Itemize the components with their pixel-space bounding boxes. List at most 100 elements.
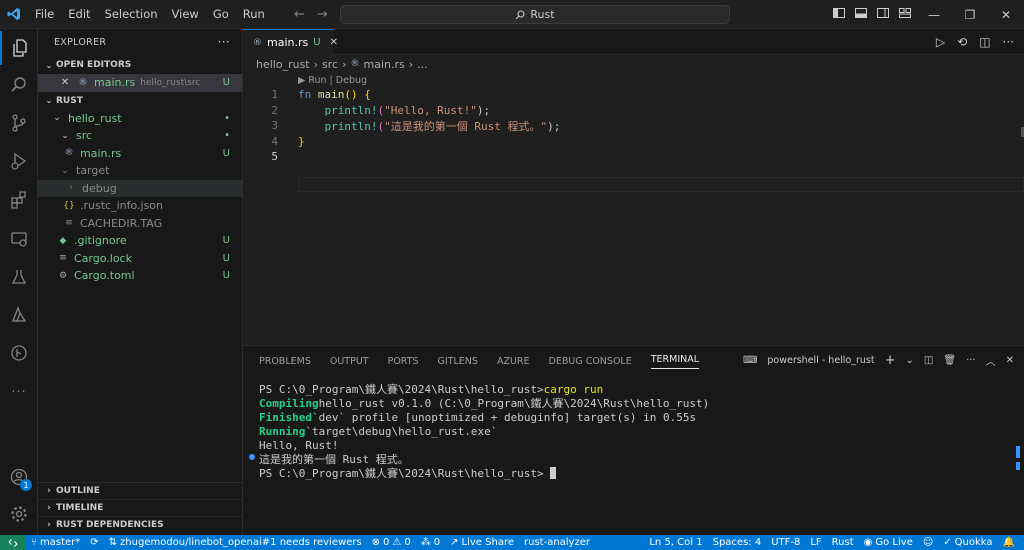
testing-icon[interactable] xyxy=(0,260,38,294)
command-center[interactable]: Rust xyxy=(340,5,730,24)
encoding[interactable]: UTF-8 xyxy=(766,537,805,548)
language-mode[interactable]: Rust xyxy=(827,537,859,548)
breadcrumb-item[interactable]: main.rs xyxy=(364,58,405,71)
chevron-down-icon[interactable]: ⌄ xyxy=(906,355,914,366)
run-icon[interactable]: ▷ xyxy=(936,35,945,49)
tab-output[interactable]: OUTPUT xyxy=(330,356,369,367)
branch-indicator[interactable]: ⑂ master* xyxy=(26,537,85,548)
notifications-bell-icon[interactable]: 🔔 xyxy=(998,537,1020,548)
tree-item-cachedir[interactable]: ≡ CACHEDIR.TAG xyxy=(38,215,242,233)
gitlens-icon[interactable] xyxy=(0,336,38,370)
tree-item-hello-rust[interactable]: ⌄ hello_rust • xyxy=(38,110,242,128)
more-actions-icon[interactable]: ··· xyxy=(1003,35,1014,49)
problems-indicator[interactable]: ⊗ 0 ⚠ 0 xyxy=(367,537,416,548)
indentation[interactable]: Spaces: 4 xyxy=(708,537,767,548)
maximize-panel-icon[interactable]: ︿ xyxy=(986,353,996,368)
terminal-scrollbar[interactable] xyxy=(1016,446,1020,458)
tree-item-debug[interactable]: › debug xyxy=(38,179,242,197)
customize-layout-icon[interactable] xyxy=(898,6,912,20)
back-arrow-icon[interactable]: ← xyxy=(294,7,305,22)
forward-arrow-icon[interactable]: → xyxy=(317,7,328,22)
close-tab-icon[interactable]: ✕ xyxy=(330,37,338,48)
menu-view[interactable]: View xyxy=(165,0,206,29)
tree-item-main-rs[interactable]: ® main.rs U xyxy=(38,145,242,163)
warning-icon: ⚠ xyxy=(392,537,402,548)
tab-main-rs[interactable]: ® main.rs U ✕ xyxy=(243,29,338,55)
restore-icon[interactable]: ❐ xyxy=(952,0,988,29)
tab-ports[interactable]: PORTS xyxy=(388,356,419,367)
breadcrumb-item[interactable]: src xyxy=(322,58,338,71)
run-debug-icon[interactable] xyxy=(0,144,38,178)
code-editor[interactable]: 1 fn main() { 2 println!("Hello, Rust!")… xyxy=(243,87,1024,165)
remote-icon[interactable] xyxy=(0,535,26,550)
rust-analyzer-status[interactable]: rust-analyzer xyxy=(519,537,595,548)
compare-icon[interactable]: ⟲ xyxy=(957,35,967,49)
breadcrumb-item[interactable]: ... xyxy=(417,58,428,71)
close-icon[interactable]: ✕ xyxy=(58,76,72,90)
workspace-header[interactable]: ⌄ RUST xyxy=(38,92,242,110)
command-decoration-icon[interactable] xyxy=(249,454,255,460)
minimize-icon[interactable]: — xyxy=(916,0,952,29)
terminal-selector[interactable]: powershell - hello_rust xyxy=(767,355,874,366)
toggle-secondary-sidebar-icon[interactable] xyxy=(876,6,890,20)
tab-terminal[interactable]: TERMINAL xyxy=(650,354,700,369)
split-terminal-icon[interactable]: ◫ xyxy=(924,355,933,366)
end-of-line[interactable]: LF xyxy=(805,537,826,548)
tab-debug-console[interactable]: DEBUG CONSOLE xyxy=(549,356,632,367)
outline-section[interactable]: › OUTLINE xyxy=(38,482,243,499)
check-icon: ✓ xyxy=(943,537,952,548)
tree-item-cargo-toml[interactable]: ⚙ Cargo.toml U xyxy=(38,267,242,285)
toggle-primary-sidebar-icon[interactable] xyxy=(832,6,846,20)
open-editor-item[interactable]: ✕ ® main.rs hello_rust\src U xyxy=(38,74,242,92)
split-editor-icon[interactable]: ◫ xyxy=(979,35,990,49)
chevron-down-icon: ⌄ xyxy=(53,113,61,124)
timeline-section[interactable]: › TIMELINE xyxy=(38,499,243,516)
quokka-button[interactable]: ✓ Quokka xyxy=(938,537,997,548)
settings-gear-icon[interactable] xyxy=(0,497,38,531)
extensions-icon[interactable] xyxy=(0,183,38,217)
tab-problems[interactable]: PROBLEMS xyxy=(259,356,311,367)
more-actions-icon[interactable]: ··· xyxy=(966,355,976,366)
toggle-panel-icon[interactable] xyxy=(854,6,868,20)
ports-indicator[interactable]: ⁂ 0 xyxy=(416,537,445,548)
tree-item-src[interactable]: ⌄ src • xyxy=(38,127,242,145)
explorer-more-icon[interactable]: ··· xyxy=(218,35,230,49)
source-control-icon[interactable] xyxy=(0,106,38,140)
live-share-button[interactable]: ↗ Live Share xyxy=(445,537,519,548)
go-live-button[interactable]: ◉ Go Live xyxy=(859,537,918,548)
add-terminal-icon[interactable]: + xyxy=(885,353,896,368)
tab-azure[interactable]: AZURE xyxy=(497,356,530,367)
menu-run[interactable]: Run xyxy=(236,0,272,29)
remote-explorer-icon[interactable] xyxy=(0,222,38,256)
tab-gitlens[interactable]: GITLENS xyxy=(438,356,478,367)
search-icon[interactable] xyxy=(0,68,38,102)
feedback-icon[interactable]: ☺ xyxy=(918,537,938,548)
more-views-icon[interactable]: ··· xyxy=(0,375,38,409)
tree-item-target[interactable]: ⌄ target xyxy=(38,162,242,180)
trash-icon[interactable]: 🗑 xyxy=(943,355,956,366)
code-line: 5 xyxy=(271,150,278,164)
tree-item-rustc-info[interactable]: {} .rustc_info.json xyxy=(38,197,242,215)
close-window-icon[interactable]: ✕ xyxy=(988,0,1024,29)
cursor-position[interactable]: Ln 5, Col 1 xyxy=(644,537,707,548)
codelens-run-debug[interactable]: ▶ Run | Debug xyxy=(298,75,367,86)
tree-item-cargo-lock[interactable]: ≡ Cargo.lock U xyxy=(38,250,242,268)
sync-icon[interactable]: ⟳ xyxy=(85,537,103,548)
menu-edit[interactable]: Edit xyxy=(61,0,97,29)
menu-go[interactable]: Go xyxy=(206,0,236,29)
close-panel-icon[interactable]: ✕ xyxy=(1006,355,1014,366)
tree-item-gitignore[interactable]: ◆ .gitignore U xyxy=(38,232,242,250)
error-icon: ⊗ xyxy=(371,537,381,548)
open-editors-header[interactable]: ⌄ OPEN EDITORS xyxy=(38,56,242,74)
terminal-icon: ⌨ xyxy=(742,355,758,366)
pull-request-indicator[interactable]: ⇅ zhugemodou/linebot_openai#1 needs revi… xyxy=(104,537,367,548)
rust-dependencies-section[interactable]: › RUST DEPENDENCIES xyxy=(38,516,243,533)
chevron-right-icon: › xyxy=(342,57,347,71)
explorer-icon[interactable] xyxy=(0,31,38,65)
azure-icon[interactable] xyxy=(0,298,38,332)
terminal-output[interactable]: PS C:\0_Program\鐵人賽\2024\Rust\hello_rust… xyxy=(259,382,709,481)
menu-file[interactable]: File xyxy=(28,0,61,29)
accounts-icon[interactable]: 1 xyxy=(0,460,38,494)
breadcrumb-item[interactable]: hello_rust xyxy=(256,58,310,71)
menu-selection[interactable]: Selection xyxy=(98,0,165,29)
